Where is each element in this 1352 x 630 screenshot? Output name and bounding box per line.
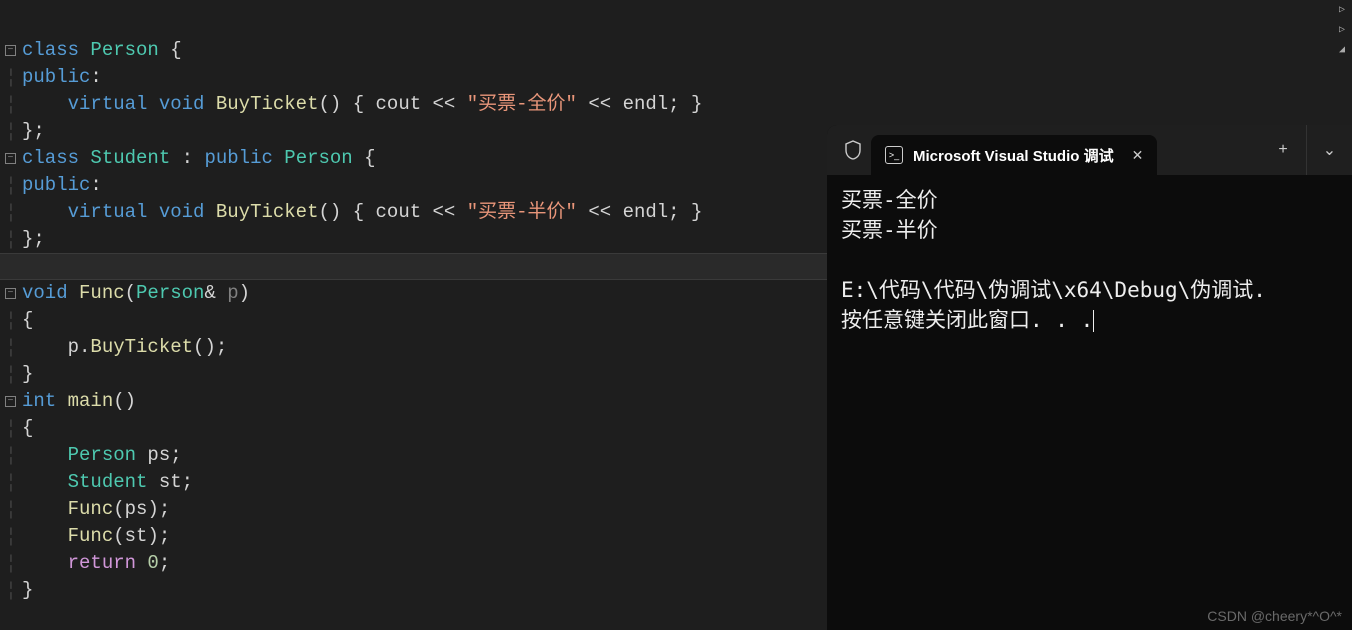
console-tab[interactable]: >_ Microsoft Visual Studio 调试 ✕ — [871, 135, 1157, 175]
plus-icon: + — [1278, 141, 1287, 159]
fold-icon[interactable]: − — [5, 396, 16, 407]
tab-dropdown-button[interactable]: ⌄ — [1306, 125, 1352, 175]
output-line: 按任意键关闭此窗口. . . — [841, 308, 1093, 332]
new-tab-button[interactable]: + — [1260, 125, 1306, 175]
param-name: p — [227, 280, 238, 307]
close-tab-button[interactable]: ✕ — [1132, 147, 1144, 164]
shield-icon — [835, 140, 871, 160]
code-line[interactable]: ¦ public: — [0, 64, 1352, 91]
fold-icon[interactable]: − — [5, 153, 16, 164]
tab-title: Microsoft Visual Studio 调试 — [913, 145, 1114, 166]
keyword-class: class — [22, 37, 79, 64]
chevron-down-icon: ⌄ — [1323, 140, 1336, 160]
console-titlebar[interactable]: >_ Microsoft Visual Studio 调试 ✕ + ⌄ — [827, 125, 1352, 175]
class-name: Person — [90, 37, 158, 64]
output-line: 买票-半价 — [841, 218, 938, 242]
keyword-return: return — [68, 550, 136, 577]
function-name: Func — [79, 280, 125, 307]
fold-icon[interactable]: − — [5, 288, 16, 299]
console-output[interactable]: 买票-全价 买票-半价 E:\代码\代码\伪调试\x64\Debug\伪调试. … — [827, 175, 1352, 630]
keyword-virtual: virtual — [68, 91, 148, 118]
string-literal: "买票-全价" — [467, 91, 577, 118]
code-line[interactable]: − class Person { — [0, 37, 1352, 64]
function-main: main — [68, 388, 114, 415]
debug-console-window[interactable]: >_ Microsoft Visual Studio 调试 ✕ + ⌄ 买票-全… — [827, 125, 1352, 630]
watermark: CSDN @cheery*^O^* — [1207, 608, 1342, 624]
cursor — [1093, 310, 1094, 332]
output-line: 买票-全价 — [841, 188, 938, 212]
method-name: BuyTicket — [216, 91, 319, 118]
output-line: E:\代码\代码\伪调试\x64\Debug\伪调试. — [841, 278, 1266, 302]
terminal-icon: >_ — [885, 146, 903, 164]
fold-icon[interactable]: − — [5, 45, 16, 56]
keyword-public: public — [22, 64, 90, 91]
code-line[interactable]: ¦ virtual void BuyTicket() { cout << "买票… — [0, 91, 1352, 118]
